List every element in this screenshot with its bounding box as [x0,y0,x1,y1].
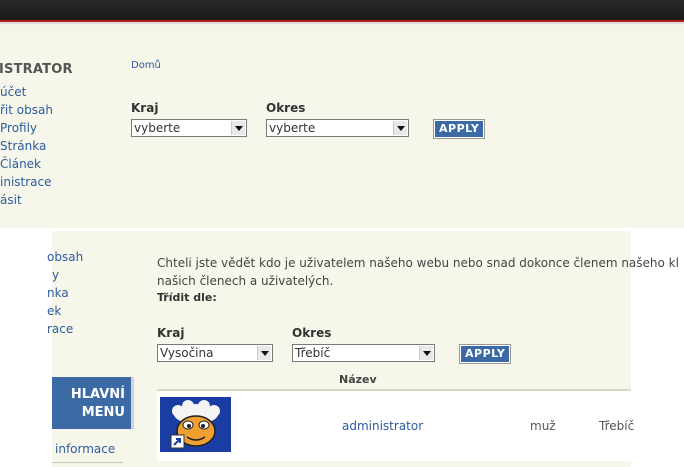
okres-label: Okres [292,326,332,340]
chevron-down-icon [257,346,271,360]
menu-title-line2: MENU [81,405,125,420]
okres-select[interactable]: Třebíč [292,344,435,362]
sidebar-item-stranka[interactable]: Stránka [0,139,46,153]
apply-button[interactable]: APPLY [459,344,512,364]
intro-line-1: Chteli jste vědět kdo je uživatelem naše… [157,256,679,270]
sidebar-item-ucet[interactable]: účet [0,85,26,99]
sidebar-item-odhlasit[interactable]: ásit [0,193,22,207]
chevron-down-icon [419,346,433,360]
intro-text: Chteli jste vědět kdo je uživatelem naše… [157,254,679,290]
kraj-label: Kraj [131,101,159,115]
sidebar-item-profily[interactable]: Profily [0,121,37,135]
sidebar-item-clanek[interactable]: ek [47,304,61,318]
sidebar-item-clanek[interactable]: Článek [0,157,41,171]
apply-button-label: APPLY [435,121,484,137]
okres-select-value: Třebíč [295,346,331,360]
divider [52,462,123,463]
intro-line-2: našich členech a uživatelých. [157,274,334,288]
sidebar-item-profily[interactable]: y [52,268,59,282]
kraj-select[interactable]: Vysočina [157,344,273,362]
apply-button-label: APPLY [461,346,510,362]
main-menu-header: HLAVNÍ MENU [52,377,134,429]
okres-select[interactable]: vyberte [266,119,409,137]
avatar[interactable] [160,397,231,452]
kraj-select[interactable]: vyberte [131,119,247,137]
sidebar-item-administrace[interactable]: race [47,322,73,336]
breadcrumb[interactable]: Domů [131,60,161,71]
chevron-down-icon [393,121,407,135]
column-header-nazev[interactable]: Název [339,373,377,386]
user-name-link[interactable]: administrator [342,419,423,433]
top-bar [0,0,684,24]
sidebar-item-obsah[interactable]: obsah [47,250,83,264]
okres-label: Okres [266,101,306,115]
user-gender: muž [530,419,556,433]
top-panel: ISTRATOR účet řit obsah Profily Stránka … [0,24,684,228]
chevron-down-icon [231,121,245,135]
table-row: administrator muž Třebíč [157,389,635,461]
menu-item-informace[interactable]: informace [55,442,115,456]
user-city: Třebíč [599,419,635,433]
kraj-select-value: Vysočina [160,346,214,360]
sidebar-item-vytvorit-obsah[interactable]: řit obsah [0,103,53,117]
sort-label: Třídit dle: [157,291,217,304]
apply-button[interactable]: APPLY [433,119,486,139]
sheep-avatar-icon [160,397,231,452]
sidebar-title: ISTRATOR [0,62,73,77]
kraj-label: Kraj [157,326,185,340]
okres-select-value: vyberte [269,121,316,135]
kraj-select-value: vyberte [134,121,181,135]
sidebar-item-stranka[interactable]: nka [47,286,69,300]
sidebar-item-administrace[interactable]: inistrace [0,175,52,189]
menu-title-line1: HLAVNÍ [70,387,125,402]
bottom-panel: obsah y nka ek race HLAVNÍ MENU informac… [47,231,679,467]
